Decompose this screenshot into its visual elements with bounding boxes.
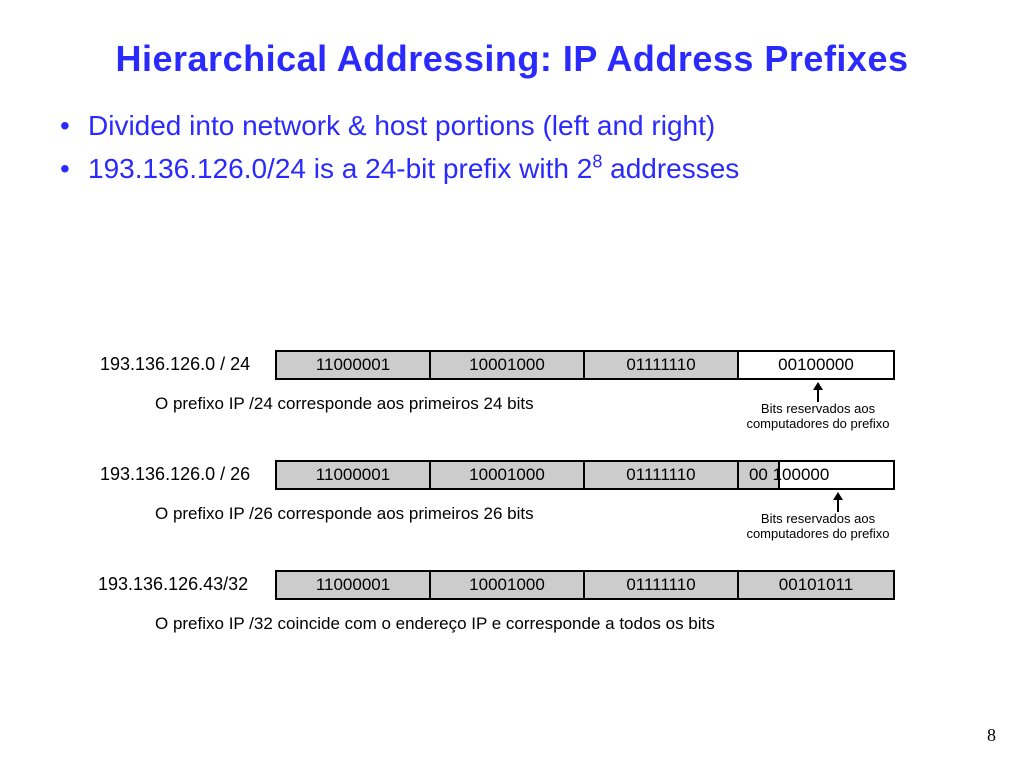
page-number: 8 xyxy=(987,725,996,746)
prefix-diagram: 193.136.126.0 / 24 11000001 10001000 011… xyxy=(0,350,1024,660)
octet-24-1: 11000001 xyxy=(277,352,431,378)
caption-24: O prefixo IP /24 corresponde aos primeir… xyxy=(155,394,534,414)
ip-label-24: 193.136.126.0 / 24 xyxy=(100,354,250,375)
octet-32-3: 01111110 xyxy=(585,572,739,598)
ip-label-26: 193.136.126.0 / 26 xyxy=(100,464,250,485)
bullet-2: 193.136.126.0/24 is a 24-bit prefix with… xyxy=(60,147,974,190)
bullet-2-post: addresses xyxy=(602,153,739,184)
row-26: 193.136.126.0 / 26 11000001 10001000 011… xyxy=(0,460,1024,570)
octet-32-2: 10001000 xyxy=(431,572,585,598)
octet-32-4: 00101011 xyxy=(739,572,893,598)
octet-24-4: 00100000 xyxy=(739,352,893,378)
row-32: 193.136.126.43/32 11000001 10001000 0111… xyxy=(0,570,1024,660)
byte-bar-26: 11000001 10001000 01111110 00 100000 xyxy=(275,460,895,490)
slide-title: Hierarchical Addressing: IP Address Pref… xyxy=(50,38,974,80)
byte-bar-32: 11000001 10001000 01111110 00101011 xyxy=(275,570,895,600)
octet-32-1: 11000001 xyxy=(277,572,431,598)
octet-26-3: 01111110 xyxy=(585,462,739,488)
octet-26-4: 00 100000 xyxy=(739,462,893,488)
caption-32: O prefixo IP /32 coincide com o endereço… xyxy=(155,614,715,634)
octet-26-4b: 100000 xyxy=(768,465,829,484)
bullet-list: Divided into network & host portions (le… xyxy=(60,104,974,191)
row-24: 193.136.126.0 / 24 11000001 10001000 011… xyxy=(0,350,1024,460)
bullet-1: Divided into network & host portions (le… xyxy=(60,104,974,147)
note-24: Bits reservados aos computadores do pref… xyxy=(738,402,898,432)
octet-26-1: 11000001 xyxy=(277,462,431,488)
octet-24-2: 10001000 xyxy=(431,352,585,378)
caption-26: O prefixo IP /26 corresponde aos primeir… xyxy=(155,504,534,524)
bullet-2-sup: 8 xyxy=(592,152,602,172)
slide: Hierarchical Addressing: IP Address Pref… xyxy=(0,0,1024,768)
bullet-2-pre: 193.136.126.0/24 is a 24-bit prefix with… xyxy=(88,153,592,184)
note-26: Bits reservados aos computadores do pref… xyxy=(738,512,898,542)
byte-bar-24: 11000001 10001000 01111110 00100000 xyxy=(275,350,895,380)
octet-26-4a: 00 xyxy=(749,465,768,484)
octet-24-3: 01111110 xyxy=(585,352,739,378)
octet-26-2: 10001000 xyxy=(431,462,585,488)
ip-label-32: 193.136.126.43/32 xyxy=(98,574,248,595)
